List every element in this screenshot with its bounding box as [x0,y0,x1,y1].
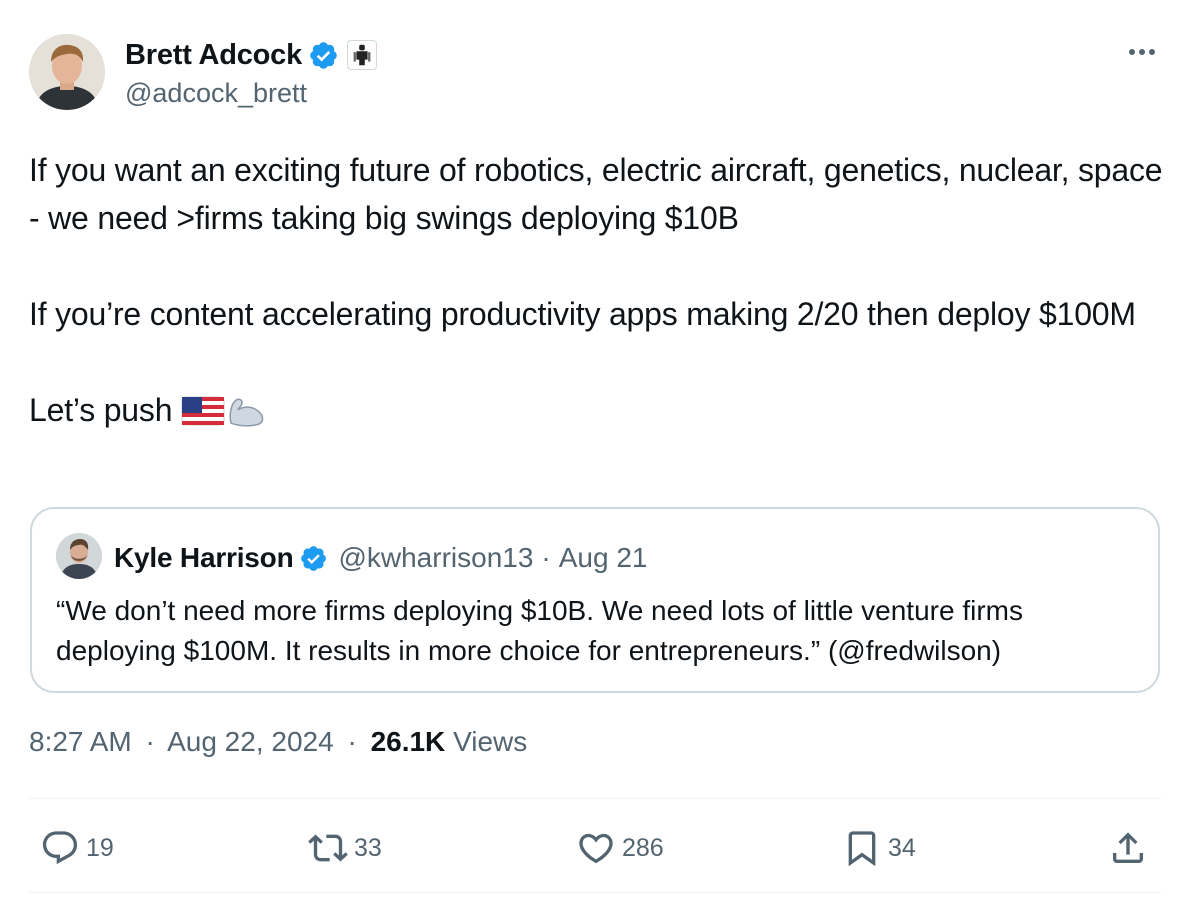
quote-separator: · [541,542,551,573]
tweet-time[interactable]: 8:27 AM [29,726,132,757]
verified-badge-icon [301,545,327,571]
like-count: 286 [622,833,664,862]
author-handle[interactable]: @adcock_brett [125,78,307,109]
tweet-meta: 8:27 AM · Aug 22, 2024 · 26.1K Views [29,726,527,758]
meta-separator: · [145,726,155,757]
quote-text: “We don’t need more firms deploying $10B… [56,595,1023,666]
tweet-text: If you want an exciting future of roboti… [29,146,1169,434]
tweet-paragraph: If you’re content accelerating productiv… [29,296,1136,332]
quote-handle: @kwharrison13 [338,542,534,573]
quoted-tweet-card[interactable]: Kyle Harrison @kwharrison13 · Aug 21 “We… [30,507,1160,693]
tweet-paragraph: Let’s push [29,392,173,428]
bookmark-count: 34 [888,833,916,862]
robot-figure-icon[interactable] [347,40,378,70]
reply-count: 19 [86,833,114,862]
quote-header: Kyle Harrison @kwharrison13 · Aug 21 [114,538,648,578]
verified-badge-icon [310,41,337,69]
meta-separator: · [347,726,357,757]
quote-author-avatar[interactable] [56,533,102,579]
us-flag-emoji [181,396,225,426]
repost-icon [308,834,348,862]
more-options-icon[interactable] [1124,40,1160,64]
tweet-detail: Brett Adcock @adcock_brett If you want a… [0,0,1194,898]
quote-date: Aug 21 [558,542,648,573]
share-icon [1113,832,1143,863]
author-display-name[interactable]: Brett Adcock [125,39,302,72]
divider [29,892,1161,893]
views-count: 26.1K [370,726,446,757]
tweet-paragraph: If you want an exciting future of roboti… [29,152,1163,236]
views-label: Views [453,726,528,757]
like-button[interactable]: 286 [576,826,664,870]
flexed-biceps-emoji [229,398,264,427]
repost-count: 33 [354,833,382,862]
repost-button[interactable]: 33 [308,826,382,870]
divider [29,798,1161,799]
bookmark-icon [848,831,876,867]
reply-button[interactable]: 19 [40,826,114,870]
author-avatar[interactable] [29,34,105,110]
bookmark-button[interactable]: 34 [842,826,916,870]
tweet-paragraph-last: Let’s push [29,386,1169,434]
reply-icon [42,831,78,865]
author-name-row: Brett Adcock [125,36,378,74]
heart-icon [579,833,613,864]
quote-display-name: Kyle Harrison [114,542,294,573]
tweet-date[interactable]: Aug 22, 2024 [167,726,334,757]
share-button[interactable] [1108,826,1148,870]
